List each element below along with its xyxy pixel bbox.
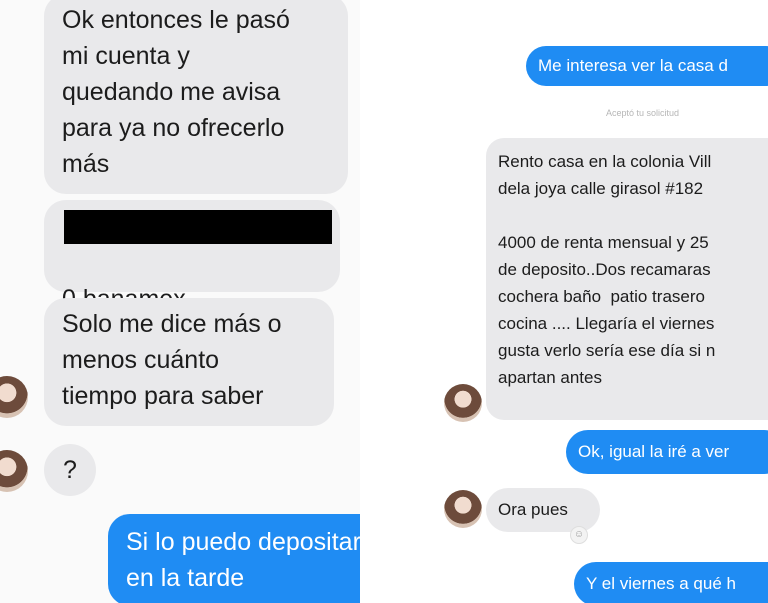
message-ora-pues[interactable]: Ora pues	[486, 488, 600, 532]
smiley-icon[interactable]: ☺	[570, 526, 588, 544]
avatar[interactable]	[0, 376, 28, 418]
accepted-request-note: Aceptó tu solicitud	[606, 108, 680, 118]
avatar[interactable]	[0, 450, 28, 492]
avatar[interactable]	[444, 384, 482, 422]
message-will-go-see[interactable]: Ok, igual la iré a ver	[566, 430, 768, 474]
message-question-mark[interactable]: ?	[44, 444, 96, 496]
message-house-listing[interactable]: Rento casa en la colonia Vill dela joya …	[486, 138, 768, 420]
avatar[interactable]	[444, 490, 482, 528]
redacted-account-number	[64, 210, 332, 244]
right-chat-pane: Me interesa ver la casa d Aceptó tu soli…	[360, 0, 768, 603]
left-chat-pane: Ok entonces le pasó mi cuenta y quedando…	[0, 0, 360, 603]
message-friday-what-time[interactable]: Y el viernes a qué h	[574, 562, 768, 603]
message-interested-house[interactable]: Me interesa ver la casa d	[526, 46, 768, 86]
message-how-long[interactable]: Solo me dice más o menos cuánto tiempo p…	[44, 298, 334, 426]
message-deposit-afternoon[interactable]: Si lo puedo depositar en la tarde	[108, 514, 360, 603]
message-account-info[interactable]: Ok entonces le pasó mi cuenta y quedando…	[44, 0, 348, 194]
